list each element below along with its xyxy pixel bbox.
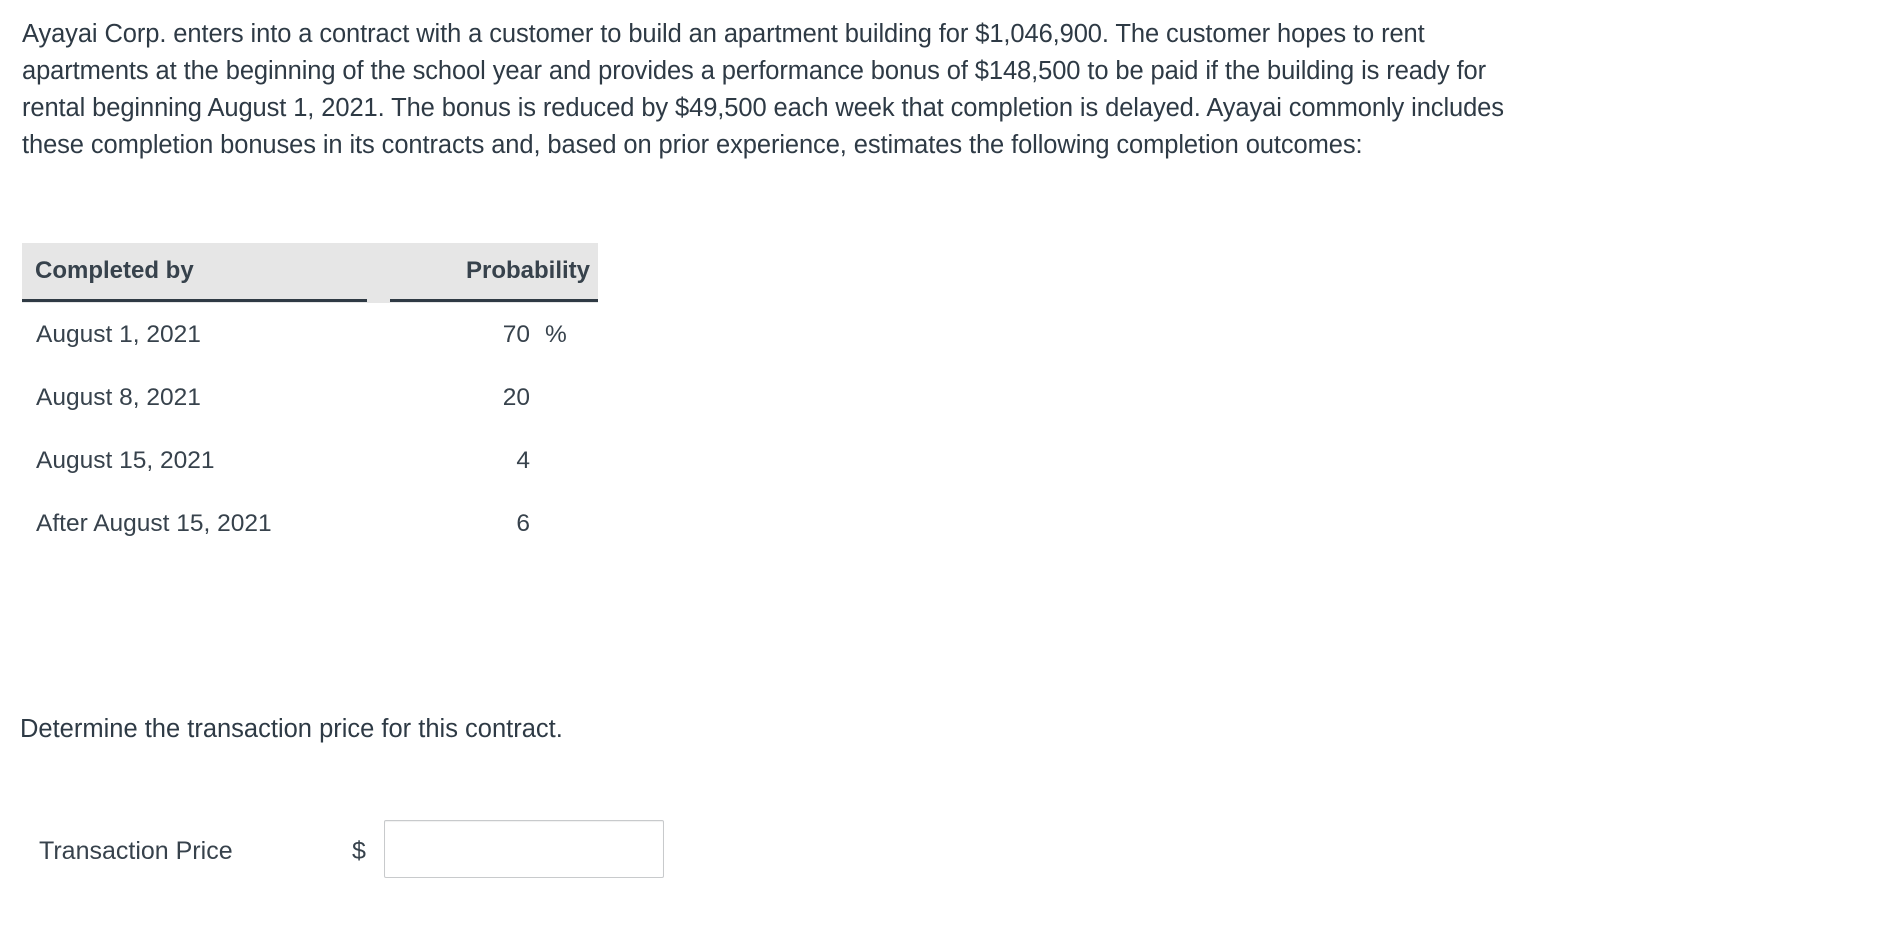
table-header-row: Completed by Probability bbox=[22, 243, 598, 303]
column-header-completed-by-label: Completed by bbox=[35, 257, 194, 284]
column-header-probability: Probability bbox=[390, 243, 598, 302]
cell-probability: 4 bbox=[516, 446, 530, 474]
question-prompt: Determine the transaction price for this… bbox=[20, 715, 563, 743]
table-row: August 1, 2021 70 % bbox=[22, 303, 622, 366]
cell-completed-by: August 15, 2021 bbox=[36, 446, 215, 474]
table-row: August 15, 2021 4 bbox=[22, 429, 622, 492]
cell-probability-unit: % bbox=[545, 320, 567, 348]
answer-entry-row: Transaction Price $ bbox=[0, 820, 760, 882]
table-row: August 8, 2021 20 bbox=[22, 366, 622, 429]
header-cell-divider bbox=[367, 243, 390, 302]
transaction-price-label: Transaction Price bbox=[39, 836, 233, 865]
cell-probability: 70 bbox=[502, 320, 530, 348]
cell-completed-by: After August 15, 2021 bbox=[36, 509, 272, 537]
problem-statement-line-2: apartments at the beginning of the schoo… bbox=[22, 57, 1487, 85]
transaction-price-input[interactable] bbox=[384, 820, 664, 878]
problem-statement-line-1: Ayayai Corp. enters into a contract with… bbox=[22, 20, 1425, 48]
column-header-probability-label: Probability bbox=[465, 257, 590, 284]
column-header-completed-by: Completed by bbox=[22, 243, 367, 302]
cell-completed-by: August 8, 2021 bbox=[36, 383, 201, 411]
problem-statement-line-3: rental beginning August 1, 2021. The bon… bbox=[22, 94, 1504, 122]
problem-statement-line-4: these completion bonuses in its contract… bbox=[22, 131, 1363, 159]
table-row: After August 15, 2021 6 bbox=[22, 492, 622, 555]
cell-completed-by: August 1, 2021 bbox=[36, 320, 201, 348]
cell-probability: 20 bbox=[502, 383, 530, 411]
problem-statement: Ayayai Corp. enters into a contract with… bbox=[22, 16, 1870, 164]
problem-page: Ayayai Corp. enters into a contract with… bbox=[0, 0, 1882, 946]
completion-probability-table: Completed by Probability August 1, 2021 … bbox=[22, 243, 622, 555]
dollar-sign-icon: $ bbox=[352, 836, 366, 865]
cell-probability: 6 bbox=[516, 509, 530, 537]
